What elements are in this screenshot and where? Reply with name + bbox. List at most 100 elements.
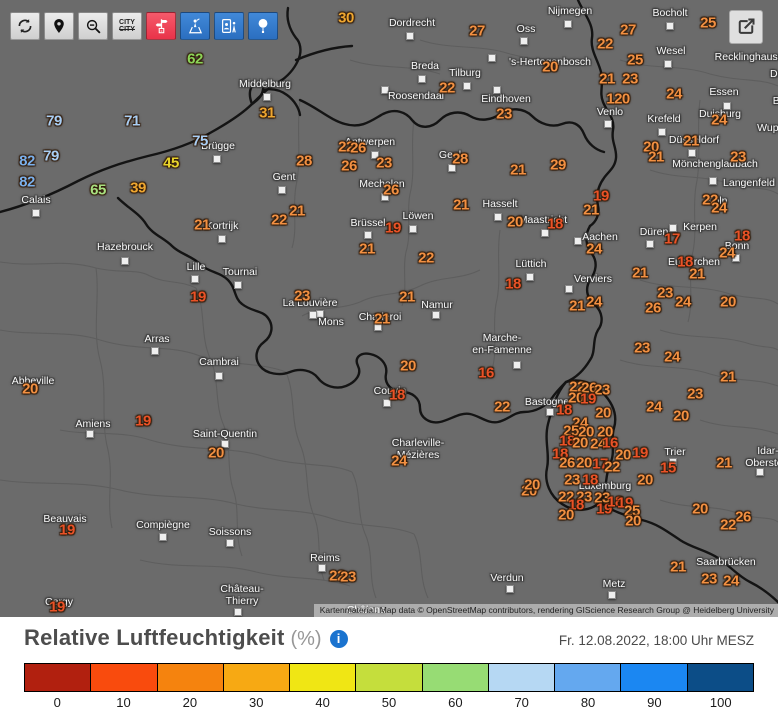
humidity-value: 25 — [700, 14, 716, 32]
city-marker — [318, 564, 326, 572]
city-label: Eindhoven — [481, 93, 531, 105]
location-icon — [51, 17, 67, 35]
scale-tick-label: 20 — [182, 695, 198, 710]
location-button[interactable] — [44, 12, 74, 40]
map-attribution: Kartenmaterial: Map data © OpenStreetMap… — [313, 604, 778, 617]
humidity-value: 23 — [496, 105, 512, 123]
city-marker — [604, 120, 612, 128]
humidity-value: 21 — [359, 240, 375, 258]
city-marker — [213, 155, 221, 163]
humidity-value: 21 — [569, 297, 585, 315]
humidity-value: 18 — [505, 275, 521, 293]
legend-panel: Relative Luftfeuchtigkeit (%) i Fr. 12.08.… — [0, 617, 778, 717]
city-label: Löwen — [402, 210, 434, 222]
city-marker — [191, 275, 199, 283]
city-label: Venlo — [596, 106, 624, 118]
scale-segment — [290, 664, 357, 691]
humidity-value: 21 — [632, 264, 648, 282]
humidity-value: 39 — [130, 179, 146, 197]
humidity-value: 23 — [701, 570, 717, 588]
legend-title: Relative Luftfeuchtigkeit — [24, 625, 285, 650]
city-label: Wesel — [656, 45, 686, 57]
weather-map-app: Dordrecht Oss Nijmegen Bocholt Wesel Reckling… — [0, 0, 778, 717]
forecast-timestamp: Fr. 12.08.2022, 18:00 Uhr MESZ — [558, 633, 754, 648]
city-label: Essen — [709, 86, 739, 98]
city-marker — [364, 231, 372, 239]
weather-balloon-icon — [255, 17, 271, 35]
city-label: Cambrai — [199, 356, 239, 368]
humidity-value: 26 — [383, 181, 399, 199]
city-marker — [513, 361, 521, 369]
humidity-value: 71 — [124, 112, 140, 130]
city-marker — [406, 32, 414, 40]
city-marker — [506, 585, 514, 593]
humidity-value: 22 — [271, 211, 287, 229]
city-label: Kortrijk — [205, 220, 239, 232]
humidity-value: 21 — [720, 368, 736, 386]
humidity-value: 23 — [594, 381, 610, 399]
city-marker — [608, 591, 616, 599]
city-labels-toggle-button[interactable]: CITY CITY — [112, 12, 142, 40]
humidity-value: 23 — [622, 70, 638, 88]
city-marker — [32, 209, 40, 217]
humidity-value: 28 — [452, 150, 468, 168]
humidity-value: 24 — [666, 85, 682, 103]
humidity-value: 21 — [683, 132, 699, 150]
scale-tick-label: 100 — [709, 695, 732, 710]
city-marker — [574, 237, 582, 245]
humidity-value: 21 — [374, 310, 390, 328]
refresh-button[interactable] — [10, 12, 40, 40]
humidity-value: 23 — [730, 148, 746, 166]
humidity-value: 23 — [687, 385, 703, 403]
humidity-value: 24 — [586, 240, 602, 258]
humidity-value: 20 — [615, 446, 631, 464]
humidity-value: 20 — [673, 407, 689, 425]
humidity-value: 21 — [689, 265, 705, 283]
humidity-value: 24 — [675, 293, 691, 311]
city-label: Tournai — [222, 266, 258, 278]
city-label: Verviers — [574, 273, 612, 285]
humidity-value: 19 — [385, 219, 401, 237]
humidity-value: 18 — [734, 227, 750, 245]
scale-segment — [687, 664, 753, 691]
city-marker — [309, 311, 317, 319]
weather-map[interactable]: Dordrecht Oss Nijmegen Bocholt Wesel Reckling… — [0, 0, 778, 617]
scale-tick-label: 30 — [249, 695, 264, 710]
humidity-value: 31 — [259, 104, 275, 122]
mobile-app-button[interactable] — [214, 12, 244, 40]
humidity-value: 20 — [692, 500, 708, 518]
poi-signpost-button[interactable]: c — [146, 12, 176, 40]
city-marker — [666, 22, 674, 30]
humidity-value: 26 — [350, 139, 366, 157]
humidity-value: 45 — [163, 154, 179, 172]
city-marker — [664, 60, 672, 68]
city-label: Tilburg — [449, 67, 481, 79]
city-marker — [278, 186, 286, 194]
info-icon[interactable]: i — [329, 630, 348, 648]
humidity-value: 29 — [550, 156, 566, 174]
humidity-value: 22 — [720, 516, 736, 534]
humidity-value: 22 — [597, 35, 613, 53]
city-label: Compiègne — [136, 519, 190, 531]
color-scale — [24, 663, 754, 692]
humidity-value: 24 — [646, 398, 662, 416]
weather-balloon-button[interactable] — [248, 12, 278, 40]
humidity-value: 18 — [582, 471, 598, 489]
city-label: Oss — [516, 23, 536, 35]
humidity-value: 20 — [637, 471, 653, 489]
city-label: Saint-Quentin — [192, 428, 258, 440]
city-label: Hasselt — [482, 198, 518, 210]
city-marker — [409, 225, 417, 233]
humidity-value: 27 — [469, 22, 485, 40]
svg-text:c: c — [160, 29, 162, 33]
scale-segment — [157, 664, 224, 691]
city-label: Middelburg — [239, 78, 291, 90]
viewpoint-button[interactable] — [180, 12, 210, 40]
humidity-value: 82 — [19, 173, 35, 191]
city-marker — [688, 149, 696, 157]
zoom-out-button[interactable] — [78, 12, 108, 40]
city-marker — [263, 93, 271, 101]
humidity-value: 25 — [627, 51, 643, 69]
share-button[interactable] — [729, 10, 763, 44]
scale-tick-label: 40 — [315, 695, 330, 710]
